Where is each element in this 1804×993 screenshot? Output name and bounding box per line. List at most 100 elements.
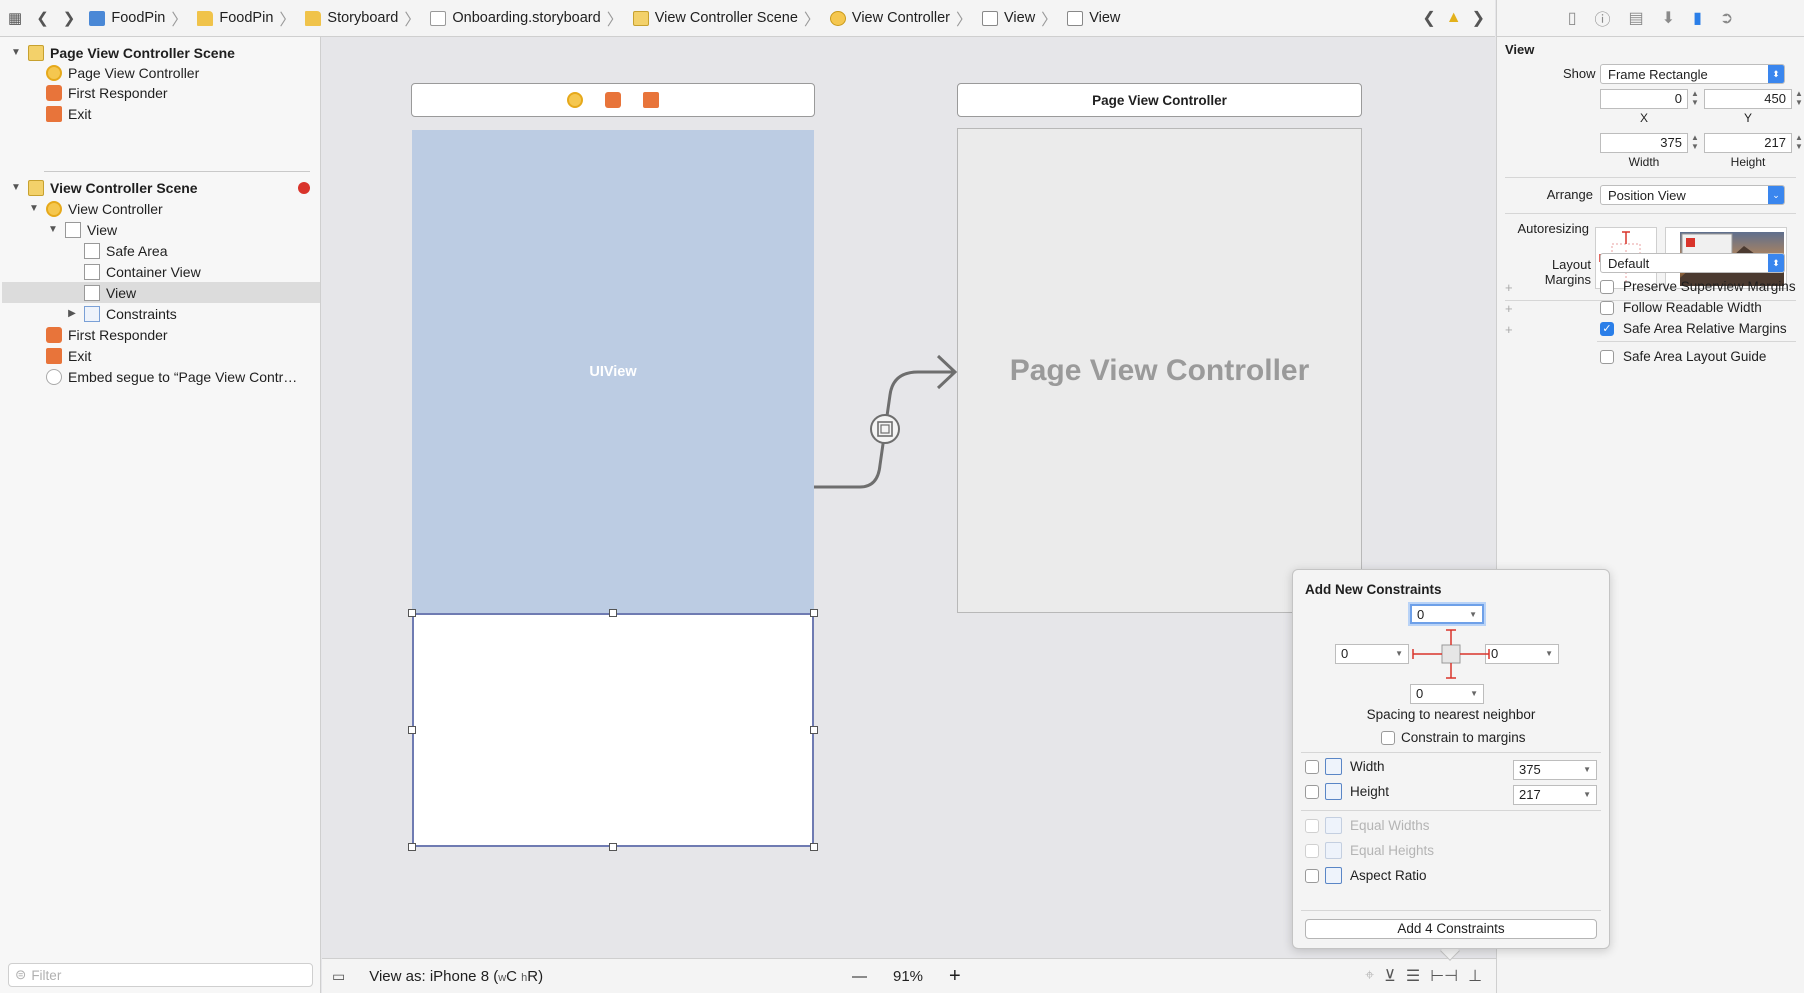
safe-area-layout-guide-checkbox[interactable]: Safe Area Layout Guide bbox=[1600, 349, 1766, 364]
toggle-outline-icon[interactable]: ▭ bbox=[332, 968, 345, 985]
show-popup[interactable]: Frame Rectangle ⬍ bbox=[1600, 64, 1785, 84]
page-view-controller-scene-dock[interactable]: Page View Controller bbox=[957, 83, 1362, 117]
size-inspector-icon[interactable]: ▮ bbox=[1693, 8, 1702, 28]
outline-item-view-controller-scene[interactable]: ▼ View Controller Scene bbox=[10, 177, 318, 198]
follow-readable-width-checkbox[interactable]: Follow Readable Width bbox=[1600, 300, 1762, 315]
safe-area-relative-margins-checkbox[interactable]: ✓ Safe Area Relative Margins bbox=[1600, 321, 1787, 336]
y-stepper[interactable]: ▲ ▼ bbox=[1794, 89, 1804, 109]
height-constraint-checkbox[interactable]: Height bbox=[1305, 783, 1389, 800]
disclosure-triangle-icon[interactable]: ▼ bbox=[47, 224, 59, 235]
breadcrumb-view[interactable]: View 〉 bbox=[982, 6, 1063, 30]
layout-margins-popup[interactable]: Default ⬍ bbox=[1600, 253, 1785, 273]
back-arrow-icon[interactable]: ❮ bbox=[36, 9, 49, 27]
checkbox-box[interactable] bbox=[1305, 759, 1319, 774]
dropdown-arrow-icon[interactable]: ▼ bbox=[1583, 761, 1591, 779]
outline-item-exit-2[interactable]: Exit bbox=[46, 345, 91, 366]
resize-handle[interactable] bbox=[609, 843, 617, 851]
x-field[interactable]: 0 bbox=[1600, 89, 1688, 109]
leading-spacing-field[interactable]: 0 ▼ bbox=[1335, 644, 1409, 664]
connections-inspector-icon[interactable]: ➲ bbox=[1720, 8, 1733, 28]
disclosure-triangle-icon[interactable]: ▶ bbox=[66, 308, 78, 319]
height-stepper[interactable]: ▲ ▼ bbox=[1794, 133, 1804, 153]
previous-issue-icon[interactable]: ❮ bbox=[1422, 8, 1435, 28]
outline-item-page-view-controller-scene[interactable]: ▼ Page View Controller Scene bbox=[10, 42, 235, 63]
add-constraints-button[interactable]: Add 4 Constraints bbox=[1305, 919, 1597, 939]
attributes-inspector-icon[interactable]: ⬇ bbox=[1662, 8, 1675, 28]
dropdown-arrow-icon[interactable]: ▼ bbox=[1470, 685, 1478, 703]
device-config-button[interactable]: View as: iPhone 8 (wC hR) bbox=[369, 968, 543, 985]
exit-dock-icon[interactable] bbox=[643, 92, 659, 108]
dropdown-arrow-icon[interactable]: ▼ bbox=[1583, 786, 1591, 804]
outline-item-container-view[interactable]: Container View bbox=[84, 261, 201, 282]
related-items-icon[interactable]: ▦ bbox=[8, 9, 22, 27]
identity-inspector-icon[interactable]: ▤ bbox=[1629, 8, 1644, 28]
add-variation-icon[interactable]: + bbox=[1505, 301, 1513, 316]
width-stepper[interactable]: ▲ ▼ bbox=[1690, 133, 1700, 153]
add-variation-icon[interactable]: + bbox=[1505, 322, 1513, 337]
checkbox-box[interactable] bbox=[1600, 300, 1614, 315]
resize-handle[interactable] bbox=[408, 726, 416, 734]
checkbox-box[interactable] bbox=[1600, 279, 1614, 294]
view-controller-dock-icon[interactable] bbox=[567, 92, 583, 108]
embed-in-icon[interactable]: ⊻ bbox=[1384, 966, 1396, 986]
checkbox-box[interactable] bbox=[1305, 868, 1319, 883]
resize-handle[interactable] bbox=[810, 609, 818, 617]
constrain-to-margins-checkbox[interactable]: Constrain to margins bbox=[1381, 730, 1526, 745]
disclosure-triangle-icon[interactable]: ▼ bbox=[10, 47, 22, 58]
outline-item-selected-view[interactable]: View bbox=[2, 282, 320, 303]
trailing-spacing-field[interactable]: 0 ▼ bbox=[1485, 644, 1559, 664]
bottom-spacing-field[interactable]: 0 ▼ bbox=[1410, 684, 1484, 704]
file-inspector-icon[interactable]: ▯ bbox=[1568, 8, 1577, 28]
disclosure-triangle-icon[interactable]: ▼ bbox=[10, 182, 22, 193]
outline-filter-field[interactable]: ⊜ Filter bbox=[8, 963, 313, 987]
checkbox-box[interactable] bbox=[1600, 349, 1614, 364]
resolve-issues-icon[interactable]: ⊥ bbox=[1468, 966, 1482, 986]
resize-handle[interactable] bbox=[408, 843, 416, 851]
outline-item-constraints[interactable]: ▶ Constraints bbox=[66, 303, 177, 324]
y-field[interactable]: 450 bbox=[1704, 89, 1792, 109]
outline-item-exit[interactable]: Exit bbox=[46, 103, 91, 124]
arrange-popup[interactable]: Position View ⌄ bbox=[1600, 185, 1785, 205]
breadcrumb-scene[interactable]: View Controller Scene 〉 bbox=[632, 6, 826, 30]
warning-icon[interactable]: ▲ bbox=[1446, 9, 1462, 27]
outline-item-page-view-controller[interactable]: Page View Controller bbox=[46, 62, 199, 83]
error-badge-icon[interactable] bbox=[298, 181, 310, 194]
container-uiview[interactable]: UIView bbox=[412, 130, 814, 613]
outline-item-view[interactable]: ▼ View bbox=[47, 219, 117, 240]
align-icon[interactable]: ☰ bbox=[1406, 966, 1420, 986]
breadcrumb-group-storyboard[interactable]: Storyboard 〉 bbox=[305, 6, 426, 30]
dropdown-arrow-icon[interactable]: ▼ bbox=[1395, 645, 1403, 663]
add-constraints-icon[interactable]: ⊢⊣ bbox=[1430, 966, 1458, 986]
resize-handle[interactable] bbox=[810, 843, 818, 851]
preserve-superview-margins-checkbox[interactable]: Preserve Superview Margins bbox=[1600, 279, 1796, 294]
zoom-out-button[interactable]: — bbox=[852, 968, 867, 985]
breadcrumb-file[interactable]: Onboarding.storyboard 〉 bbox=[430, 6, 628, 30]
outline-item-embed-segue[interactable]: Embed segue to “Page View Contr… bbox=[46, 366, 297, 387]
page-view-controller-scene[interactable]: Page View Controller bbox=[957, 128, 1362, 613]
resize-handle[interactable] bbox=[810, 726, 818, 734]
selected-view[interactable] bbox=[412, 613, 814, 847]
breadcrumb-view-controller[interactable]: View Controller 〉 bbox=[829, 6, 978, 30]
view-controller-scene-dock[interactable] bbox=[411, 83, 815, 117]
update-frames-icon[interactable]: ⌖ bbox=[1365, 967, 1374, 985]
width-constraint-checkbox[interactable]: Width bbox=[1305, 758, 1385, 775]
outline-item-safe-area[interactable]: Safe Area bbox=[84, 240, 168, 261]
height-constraint-field[interactable]: 217 ▼ bbox=[1513, 785, 1597, 805]
add-variation-icon[interactable]: + bbox=[1505, 280, 1513, 295]
resize-handle[interactable] bbox=[609, 609, 617, 617]
resize-handle[interactable] bbox=[408, 609, 416, 617]
outline-item-first-responder[interactable]: First Responder bbox=[46, 82, 168, 103]
checkbox-box[interactable] bbox=[1381, 730, 1395, 745]
breadcrumb-project[interactable]: FoodPin 〉 bbox=[89, 6, 193, 30]
breadcrumb-group-foodpin[interactable]: FoodPin 〉 bbox=[197, 6, 301, 30]
breadcrumb-subview[interactable]: View bbox=[1067, 10, 1120, 26]
dropdown-arrow-icon[interactable]: ▼ bbox=[1545, 645, 1553, 663]
dropdown-arrow-icon[interactable]: ▼ bbox=[1469, 606, 1477, 624]
x-stepper[interactable]: ▲ ▼ bbox=[1690, 89, 1700, 109]
first-responder-dock-icon[interactable] bbox=[605, 92, 621, 108]
checkbox-box[interactable] bbox=[1305, 784, 1319, 799]
outline-item-view-controller[interactable]: ▼ View Controller bbox=[28, 198, 163, 219]
height-field[interactable]: 217 bbox=[1704, 133, 1792, 153]
width-field[interactable]: 375 bbox=[1600, 133, 1688, 153]
forward-arrow-icon[interactable]: ❯ bbox=[63, 9, 76, 27]
